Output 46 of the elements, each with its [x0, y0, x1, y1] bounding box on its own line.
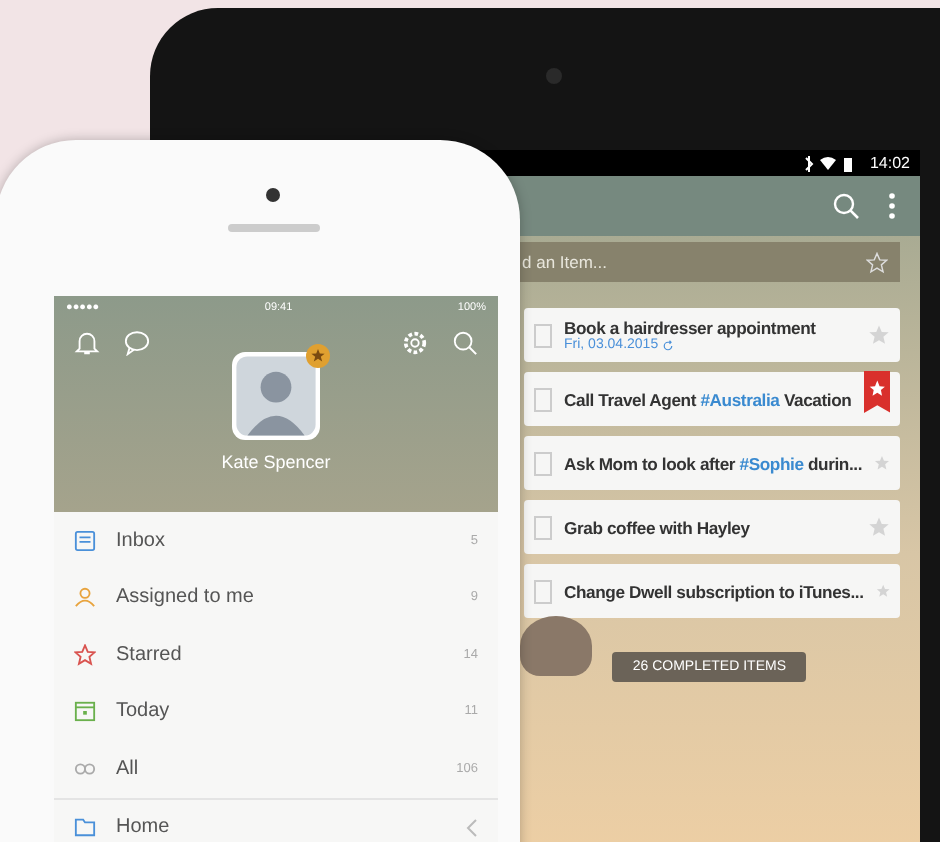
status-time: 14:02 — [869, 154, 910, 172]
list-label: Assigned to me — [116, 586, 256, 609]
star-icon[interactable] — [875, 580, 890, 602]
settings-icon[interactable] — [402, 330, 428, 356]
bell-icon[interactable] — [74, 330, 100, 356]
list-label: Home — [116, 816, 172, 839]
star-ribbon-icon[interactable] — [863, 370, 890, 414]
search-icon[interactable] — [832, 192, 860, 220]
task-title: Change Dwell subscription to iTunes... — [564, 581, 864, 601]
list-label: Starred — [116, 643, 184, 666]
star-badge-icon — [306, 344, 330, 368]
list-item[interactable]: Home — [54, 799, 498, 842]
task-title: Grab coffee with Hayley — [564, 517, 752, 537]
star-icon — [866, 251, 888, 273]
chevron-left-icon[interactable] — [466, 817, 478, 838]
task-title: Book a hairdresser appointment — [564, 318, 818, 338]
avatar-silhouette[interactable] — [232, 352, 320, 440]
checkbox[interactable] — [534, 451, 552, 475]
task-row[interactable]: Grab coffee with Hayley — [524, 500, 900, 554]
list-label: All — [116, 757, 141, 780]
task-row[interactable]: Ask Mom to look after #Sophie durin... — [524, 436, 900, 490]
inbox-icon — [74, 529, 96, 552]
more-icon[interactable] — [888, 192, 896, 220]
assigned-icon — [74, 586, 96, 609]
today-icon — [74, 700, 96, 723]
repeat-icon — [662, 339, 675, 351]
star-icon[interactable] — [868, 516, 890, 538]
task-row[interactable]: Call Travel Agent #Australia Vacation — [524, 372, 900, 426]
user-name: Kate Spencer — [221, 452, 331, 472]
task-title: Call Travel Agent #Australia Vacation — [564, 389, 852, 409]
star-icon[interactable] — [874, 452, 890, 474]
checkbox[interactable] — [534, 387, 552, 411]
checkbox[interactable] — [534, 515, 552, 539]
starred-icon — [74, 643, 96, 666]
checkbox[interactable] — [534, 323, 552, 347]
task-title: Ask Mom to look after #Sophie durin... — [564, 453, 863, 473]
list-label: Inbox — [116, 529, 167, 552]
task-row[interactable]: Change Dwell subscription to iTunes... — [524, 564, 900, 618]
list-label: Today — [116, 700, 172, 723]
checkbox[interactable] — [534, 579, 552, 603]
folder-icon — [74, 816, 96, 839]
speaker-slot — [228, 224, 320, 232]
camera-icon — [266, 188, 280, 202]
star-icon[interactable] — [868, 324, 890, 346]
search-icon[interactable] — [452, 330, 478, 356]
chat-bubble-icon[interactable] — [124, 330, 150, 356]
